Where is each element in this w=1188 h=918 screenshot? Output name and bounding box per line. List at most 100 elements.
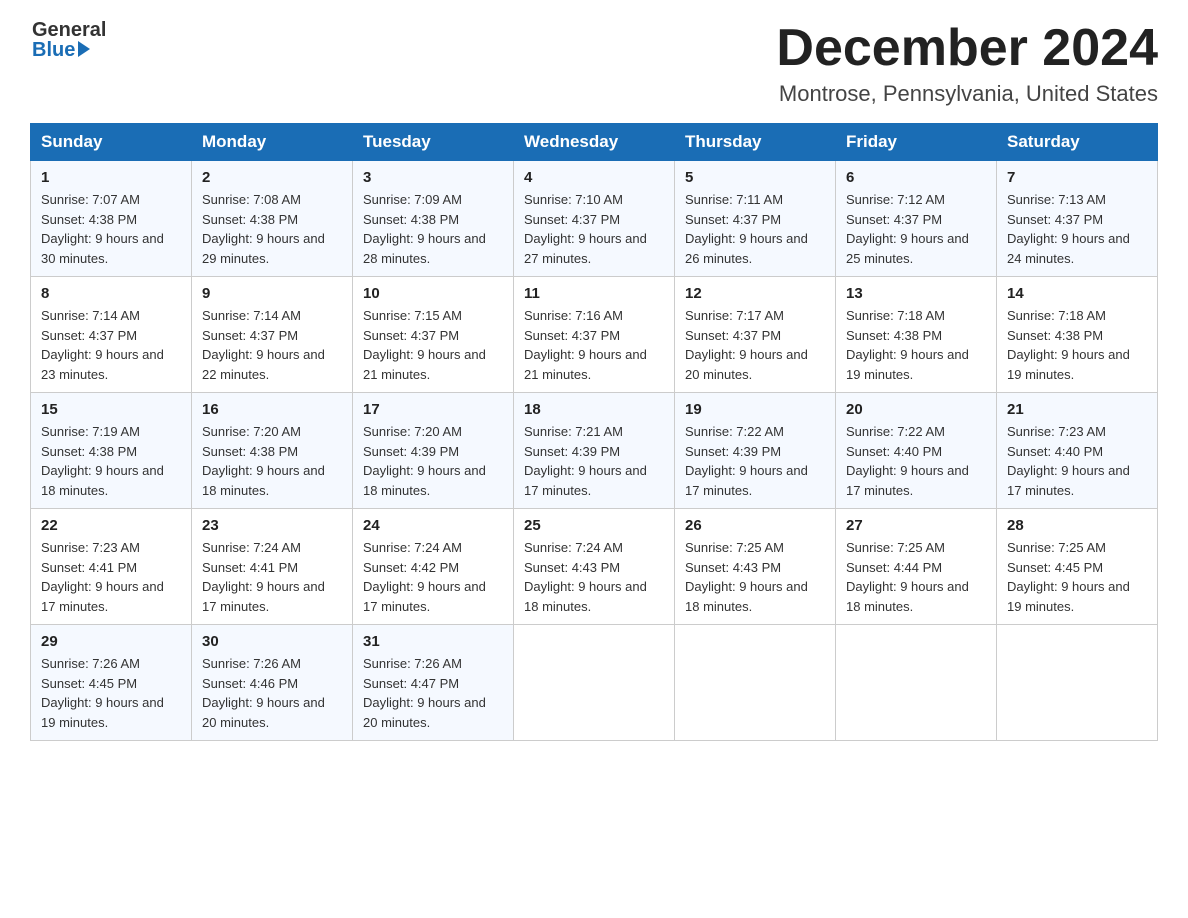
calendar-week-row: 15 Sunrise: 7:19 AM Sunset: 4:38 PM Dayl… <box>31 393 1158 509</box>
logo: General Blue <box>30 20 106 60</box>
day-number: 19 <box>685 401 825 418</box>
calendar-day-cell: 28 Sunrise: 7:25 AM Sunset: 4:45 PM Dayl… <box>997 509 1158 625</box>
col-saturday: Saturday <box>997 124 1158 161</box>
calendar-day-cell: 14 Sunrise: 7:18 AM Sunset: 4:38 PM Dayl… <box>997 277 1158 393</box>
calendar-table: Sunday Monday Tuesday Wednesday Thursday… <box>30 123 1158 741</box>
calendar-day-cell: 19 Sunrise: 7:22 AM Sunset: 4:39 PM Dayl… <box>675 393 836 509</box>
day-info: Sunrise: 7:26 AM Sunset: 4:46 PM Dayligh… <box>202 654 342 732</box>
calendar-day-cell: 8 Sunrise: 7:14 AM Sunset: 4:37 PM Dayli… <box>31 277 192 393</box>
calendar-header-row: Sunday Monday Tuesday Wednesday Thursday… <box>31 124 1158 161</box>
calendar-day-cell <box>836 625 997 741</box>
month-title: December 2024 <box>776 20 1158 77</box>
day-info: Sunrise: 7:16 AM Sunset: 4:37 PM Dayligh… <box>524 306 664 384</box>
calendar-day-cell: 27 Sunrise: 7:25 AM Sunset: 4:44 PM Dayl… <box>836 509 997 625</box>
day-number: 13 <box>846 285 986 302</box>
calendar-week-row: 1 Sunrise: 7:07 AM Sunset: 4:38 PM Dayli… <box>31 161 1158 277</box>
day-number: 23 <box>202 517 342 534</box>
day-info: Sunrise: 7:25 AM Sunset: 4:43 PM Dayligh… <box>685 538 825 616</box>
calendar-day-cell: 26 Sunrise: 7:25 AM Sunset: 4:43 PM Dayl… <box>675 509 836 625</box>
calendar-day-cell <box>675 625 836 741</box>
calendar-week-row: 22 Sunrise: 7:23 AM Sunset: 4:41 PM Dayl… <box>31 509 1158 625</box>
calendar-day-cell <box>997 625 1158 741</box>
day-number: 21 <box>1007 401 1147 418</box>
calendar-day-cell: 17 Sunrise: 7:20 AM Sunset: 4:39 PM Dayl… <box>353 393 514 509</box>
day-info: Sunrise: 7:23 AM Sunset: 4:40 PM Dayligh… <box>1007 422 1147 500</box>
calendar-day-cell: 15 Sunrise: 7:19 AM Sunset: 4:38 PM Dayl… <box>31 393 192 509</box>
day-number: 30 <box>202 633 342 650</box>
day-number: 2 <box>202 169 342 186</box>
day-number: 29 <box>41 633 181 650</box>
calendar-day-cell: 11 Sunrise: 7:16 AM Sunset: 4:37 PM Dayl… <box>514 277 675 393</box>
day-info: Sunrise: 7:13 AM Sunset: 4:37 PM Dayligh… <box>1007 190 1147 268</box>
day-info: Sunrise: 7:22 AM Sunset: 4:40 PM Dayligh… <box>846 422 986 500</box>
day-info: Sunrise: 7:22 AM Sunset: 4:39 PM Dayligh… <box>685 422 825 500</box>
col-wednesday: Wednesday <box>514 124 675 161</box>
calendar-day-cell <box>514 625 675 741</box>
calendar-day-cell: 16 Sunrise: 7:20 AM Sunset: 4:38 PM Dayl… <box>192 393 353 509</box>
day-info: Sunrise: 7:11 AM Sunset: 4:37 PM Dayligh… <box>685 190 825 268</box>
calendar-day-cell: 21 Sunrise: 7:23 AM Sunset: 4:40 PM Dayl… <box>997 393 1158 509</box>
day-number: 4 <box>524 169 664 186</box>
calendar-day-cell: 2 Sunrise: 7:08 AM Sunset: 4:38 PM Dayli… <box>192 161 353 277</box>
day-info: Sunrise: 7:07 AM Sunset: 4:38 PM Dayligh… <box>41 190 181 268</box>
day-info: Sunrise: 7:14 AM Sunset: 4:37 PM Dayligh… <box>41 306 181 384</box>
day-info: Sunrise: 7:26 AM Sunset: 4:45 PM Dayligh… <box>41 654 181 732</box>
day-info: Sunrise: 7:24 AM Sunset: 4:42 PM Dayligh… <box>363 538 503 616</box>
logo-general-text: General <box>32 20 106 40</box>
logo-triangle-icon <box>78 41 90 57</box>
calendar-day-cell: 13 Sunrise: 7:18 AM Sunset: 4:38 PM Dayl… <box>836 277 997 393</box>
day-info: Sunrise: 7:09 AM Sunset: 4:38 PM Dayligh… <box>363 190 503 268</box>
day-info: Sunrise: 7:24 AM Sunset: 4:43 PM Dayligh… <box>524 538 664 616</box>
calendar-day-cell: 3 Sunrise: 7:09 AM Sunset: 4:38 PM Dayli… <box>353 161 514 277</box>
day-number: 18 <box>524 401 664 418</box>
col-tuesday: Tuesday <box>353 124 514 161</box>
day-number: 26 <box>685 517 825 534</box>
day-number: 8 <box>41 285 181 302</box>
day-info: Sunrise: 7:15 AM Sunset: 4:37 PM Dayligh… <box>363 306 503 384</box>
day-number: 16 <box>202 401 342 418</box>
day-info: Sunrise: 7:12 AM Sunset: 4:37 PM Dayligh… <box>846 190 986 268</box>
calendar-day-cell: 30 Sunrise: 7:26 AM Sunset: 4:46 PM Dayl… <box>192 625 353 741</box>
day-number: 3 <box>363 169 503 186</box>
calendar-week-row: 8 Sunrise: 7:14 AM Sunset: 4:37 PM Dayli… <box>31 277 1158 393</box>
day-info: Sunrise: 7:10 AM Sunset: 4:37 PM Dayligh… <box>524 190 664 268</box>
day-number: 25 <box>524 517 664 534</box>
day-info: Sunrise: 7:24 AM Sunset: 4:41 PM Dayligh… <box>202 538 342 616</box>
day-info: Sunrise: 7:21 AM Sunset: 4:39 PM Dayligh… <box>524 422 664 500</box>
day-number: 27 <box>846 517 986 534</box>
calendar-day-cell: 23 Sunrise: 7:24 AM Sunset: 4:41 PM Dayl… <box>192 509 353 625</box>
calendar-day-cell: 24 Sunrise: 7:24 AM Sunset: 4:42 PM Dayl… <box>353 509 514 625</box>
location-title: Montrose, Pennsylvania, United States <box>776 81 1158 107</box>
page-header: General Blue December 2024 Montrose, Pen… <box>30 20 1158 107</box>
day-number: 1 <box>41 169 181 186</box>
day-info: Sunrise: 7:18 AM Sunset: 4:38 PM Dayligh… <box>1007 306 1147 384</box>
calendar-day-cell: 20 Sunrise: 7:22 AM Sunset: 4:40 PM Dayl… <box>836 393 997 509</box>
title-area: December 2024 Montrose, Pennsylvania, Un… <box>776 20 1158 107</box>
day-number: 31 <box>363 633 503 650</box>
day-info: Sunrise: 7:19 AM Sunset: 4:38 PM Dayligh… <box>41 422 181 500</box>
day-number: 10 <box>363 285 503 302</box>
day-info: Sunrise: 7:26 AM Sunset: 4:47 PM Dayligh… <box>363 654 503 732</box>
day-info: Sunrise: 7:25 AM Sunset: 4:44 PM Dayligh… <box>846 538 986 616</box>
day-info: Sunrise: 7:20 AM Sunset: 4:39 PM Dayligh… <box>363 422 503 500</box>
day-number: 9 <box>202 285 342 302</box>
calendar-day-cell: 29 Sunrise: 7:26 AM Sunset: 4:45 PM Dayl… <box>31 625 192 741</box>
day-number: 7 <box>1007 169 1147 186</box>
col-thursday: Thursday <box>675 124 836 161</box>
calendar-day-cell: 31 Sunrise: 7:26 AM Sunset: 4:47 PM Dayl… <box>353 625 514 741</box>
calendar-day-cell: 18 Sunrise: 7:21 AM Sunset: 4:39 PM Dayl… <box>514 393 675 509</box>
calendar-day-cell: 5 Sunrise: 7:11 AM Sunset: 4:37 PM Dayli… <box>675 161 836 277</box>
calendar-day-cell: 9 Sunrise: 7:14 AM Sunset: 4:37 PM Dayli… <box>192 277 353 393</box>
day-info: Sunrise: 7:25 AM Sunset: 4:45 PM Dayligh… <box>1007 538 1147 616</box>
calendar-day-cell: 25 Sunrise: 7:24 AM Sunset: 4:43 PM Dayl… <box>514 509 675 625</box>
day-number: 12 <box>685 285 825 302</box>
calendar-week-row: 29 Sunrise: 7:26 AM Sunset: 4:45 PM Dayl… <box>31 625 1158 741</box>
calendar-day-cell: 22 Sunrise: 7:23 AM Sunset: 4:41 PM Dayl… <box>31 509 192 625</box>
day-info: Sunrise: 7:08 AM Sunset: 4:38 PM Dayligh… <box>202 190 342 268</box>
day-number: 5 <box>685 169 825 186</box>
day-info: Sunrise: 7:23 AM Sunset: 4:41 PM Dayligh… <box>41 538 181 616</box>
calendar-day-cell: 10 Sunrise: 7:15 AM Sunset: 4:37 PM Dayl… <box>353 277 514 393</box>
day-number: 20 <box>846 401 986 418</box>
calendar-day-cell: 6 Sunrise: 7:12 AM Sunset: 4:37 PM Dayli… <box>836 161 997 277</box>
day-info: Sunrise: 7:14 AM Sunset: 4:37 PM Dayligh… <box>202 306 342 384</box>
